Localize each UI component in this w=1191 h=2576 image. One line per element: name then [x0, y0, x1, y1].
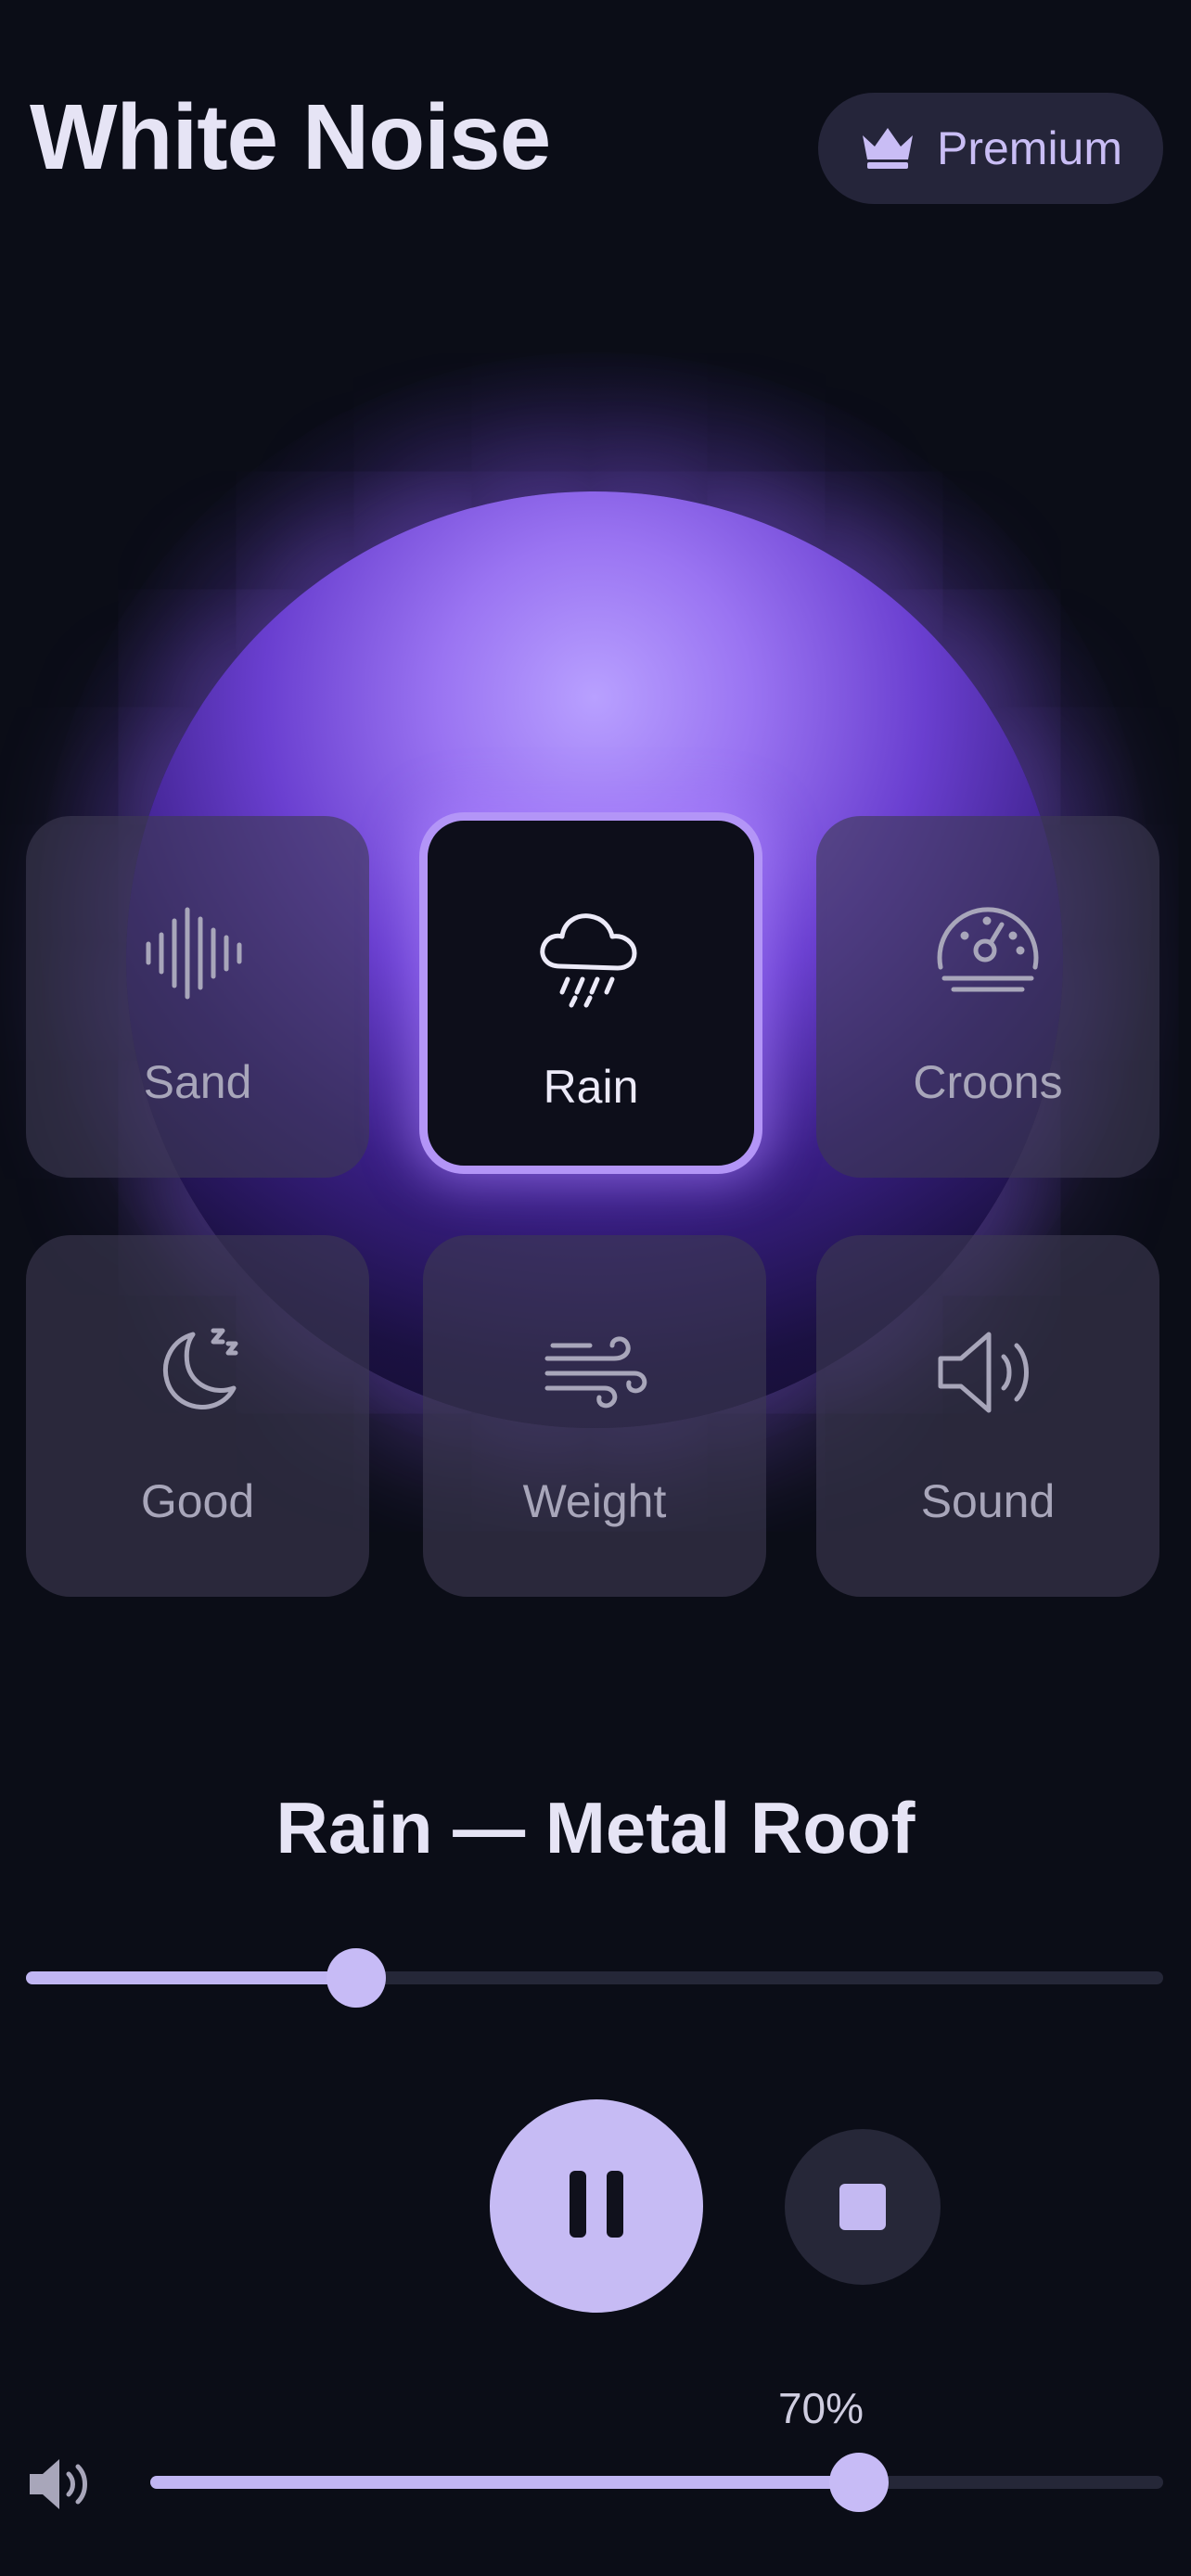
speaker-icon: [923, 1307, 1053, 1437]
stop-icon: [839, 2184, 886, 2230]
volume-value: 70%: [777, 2384, 864, 2432]
progress-fill: [26, 1971, 356, 1984]
volume-icon[interactable]: [26, 2454, 93, 2515]
rain-cloud-icon: [526, 893, 656, 1023]
sound-tile-label: Good: [140, 1475, 255, 1527]
pause-button[interactable]: [490, 2099, 703, 2313]
page-title: White Noise: [30, 85, 551, 189]
premium-button[interactable]: Premium: [818, 93, 1163, 204]
sound-tile-label: Rain: [543, 1061, 639, 1113]
playback-progress-slider[interactable]: [26, 1948, 1163, 2008]
moon-sleep-icon: [133, 1307, 263, 1437]
wind-icon: [530, 1307, 660, 1437]
dial-icon: [923, 888, 1053, 1018]
crown-icon: [859, 122, 916, 175]
sound-tile-sand[interactable]: Sand: [26, 816, 369, 1178]
sound-tile-label: Sand: [143, 1056, 252, 1108]
sound-tile-label: Weight: [522, 1475, 667, 1527]
now-playing-title: Rain — Metal Roof: [275, 1787, 916, 1868]
sound-tile-good[interactable]: Good: [26, 1235, 369, 1597]
sound-tile-weight[interactable]: Weight: [423, 1235, 766, 1597]
progress-thumb[interactable]: [326, 1948, 386, 2008]
premium-label: Premium: [936, 122, 1123, 174]
sound-tile-sound[interactable]: Sound: [816, 1235, 1159, 1597]
volume-slider[interactable]: [150, 2453, 1163, 2512]
waveform-icon: [133, 888, 263, 1018]
sound-tile-label: Croons: [913, 1056, 1063, 1108]
volume-fill: [150, 2476, 860, 2489]
sound-tile-rain[interactable]: Rain: [419, 812, 762, 1174]
volume-thumb[interactable]: [829, 2453, 890, 2512]
pause-icon: [564, 2167, 629, 2246]
sound-tile-croons[interactable]: Croons: [816, 816, 1159, 1178]
stop-button[interactable]: [785, 2129, 941, 2285]
sound-tile-label: Sound: [920, 1475, 1056, 1527]
